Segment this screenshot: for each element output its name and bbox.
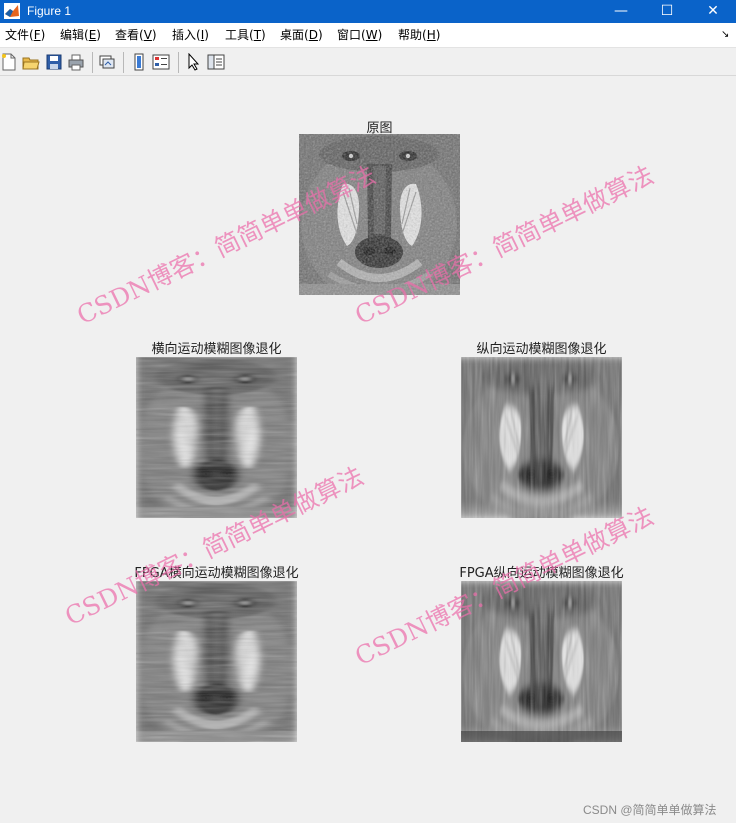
- image-fpga-horizontal-blur[interactable]: [136, 581, 297, 742]
- menu-help[interactable]: 帮助(H): [398, 28, 440, 43]
- menu-help-end: ): [435, 28, 441, 42]
- minimize-button[interactable]: —: [598, 0, 644, 23]
- edit-plot-icon[interactable]: [185, 53, 203, 71]
- maximize-button[interactable]: ☐: [644, 0, 690, 23]
- menu-window-key: W: [365, 28, 378, 42]
- menu-insert[interactable]: 插入(I): [172, 28, 209, 43]
- toolbar-separator: [92, 52, 93, 73]
- menu-file-label: 文件(: [5, 28, 34, 42]
- toolbar-separator: [178, 52, 179, 73]
- menu-tools-end: ): [261, 28, 266, 42]
- menu-window[interactable]: 窗口(W): [337, 28, 382, 43]
- image-fpga-horizontal-blur-picture: [136, 581, 297, 742]
- image-original-picture: [299, 134, 460, 295]
- footer-watermark: CSDN @简简单单做算法: [583, 803, 717, 817]
- menu-file-key: F: [33, 28, 41, 42]
- menu-tools[interactable]: 工具(T): [225, 28, 266, 43]
- image-vertical-blur-picture: [461, 357, 622, 518]
- maximize-icon: ☐: [660, 3, 674, 19]
- menu-view[interactable]: 查看(V): [115, 28, 157, 43]
- insert-colorbar-icon[interactable]: [130, 53, 148, 71]
- menu-edit[interactable]: 编辑(E): [60, 28, 101, 43]
- image-original[interactable]: [299, 134, 460, 295]
- menu-desktop-label: 桌面(: [280, 28, 309, 42]
- axes-title-vertical-blur: 纵向运动模糊图像退化: [476, 342, 607, 357]
- new-figure-icon[interactable]: [0, 53, 18, 71]
- menu-window-end: ): [377, 28, 383, 42]
- image-fpga-vertical-blur-picture: [461, 581, 622, 742]
- menu-tools-key: T: [253, 28, 262, 42]
- save-icon[interactable]: [45, 53, 63, 71]
- image-horizontal-blur[interactable]: [136, 357, 297, 518]
- window-title-bar[interactable]: Figure 1 — ☐ ✕: [0, 0, 736, 23]
- menu-file[interactable]: 文件(F): [5, 28, 45, 43]
- open-file-icon[interactable]: [22, 53, 40, 71]
- menu-desktop-key: D: [308, 28, 318, 42]
- toolbar-separator: [123, 52, 124, 73]
- menu-edit-end: ): [96, 28, 101, 42]
- insert-legend-icon[interactable]: [152, 53, 170, 71]
- property-inspector-icon[interactable]: [207, 53, 225, 71]
- menu-desktop-end: ): [317, 28, 323, 42]
- menu-file-end: ): [40, 28, 46, 42]
- menu-insert-label: 插入(: [172, 28, 201, 42]
- menu-desktop[interactable]: 桌面(D): [280, 28, 323, 43]
- minimize-icon: —: [614, 3, 628, 19]
- figure-toolbar: [0, 49, 736, 76]
- menu-bar: 文件(F) 编辑(E) 查看(V) 插入(I) 工具(T) 桌面(D) 窗口(W…: [0, 23, 736, 48]
- menu-window-label: 窗口(: [337, 28, 366, 42]
- image-vertical-blur[interactable]: [461, 357, 622, 518]
- menu-help-key: H: [426, 28, 436, 42]
- menu-edit-label: 编辑(: [60, 28, 89, 42]
- menu-view-label: 查看(: [115, 28, 144, 42]
- axes-title-horizontal-blur: 横向运动模糊图像退化: [151, 342, 282, 357]
- menu-help-label: 帮助(: [398, 28, 427, 42]
- axes-title-fpga-horizontal-blur: FPGA横向运动模糊图像退化: [134, 566, 299, 581]
- print-icon[interactable]: [67, 53, 85, 71]
- menu-view-key: V: [143, 28, 152, 42]
- axes-title-fpga-vertical-blur: FPGA纵向运动模糊图像退化: [459, 566, 624, 581]
- close-button[interactable]: ✕: [690, 0, 736, 23]
- menu-tools-label: 工具(: [225, 28, 254, 42]
- menu-overflow-icon[interactable]: ↘: [721, 29, 729, 40]
- matlab-logo-icon: [4, 3, 20, 19]
- window-title: Figure 1: [27, 4, 72, 18]
- image-fpga-vertical-blur[interactable]: [461, 581, 622, 742]
- link-plot-icon[interactable]: [98, 53, 116, 71]
- close-icon: ✕: [707, 3, 719, 19]
- image-horizontal-blur-picture: [136, 357, 297, 518]
- menu-view-end: ): [151, 28, 157, 42]
- menu-insert-end: ): [204, 28, 209, 42]
